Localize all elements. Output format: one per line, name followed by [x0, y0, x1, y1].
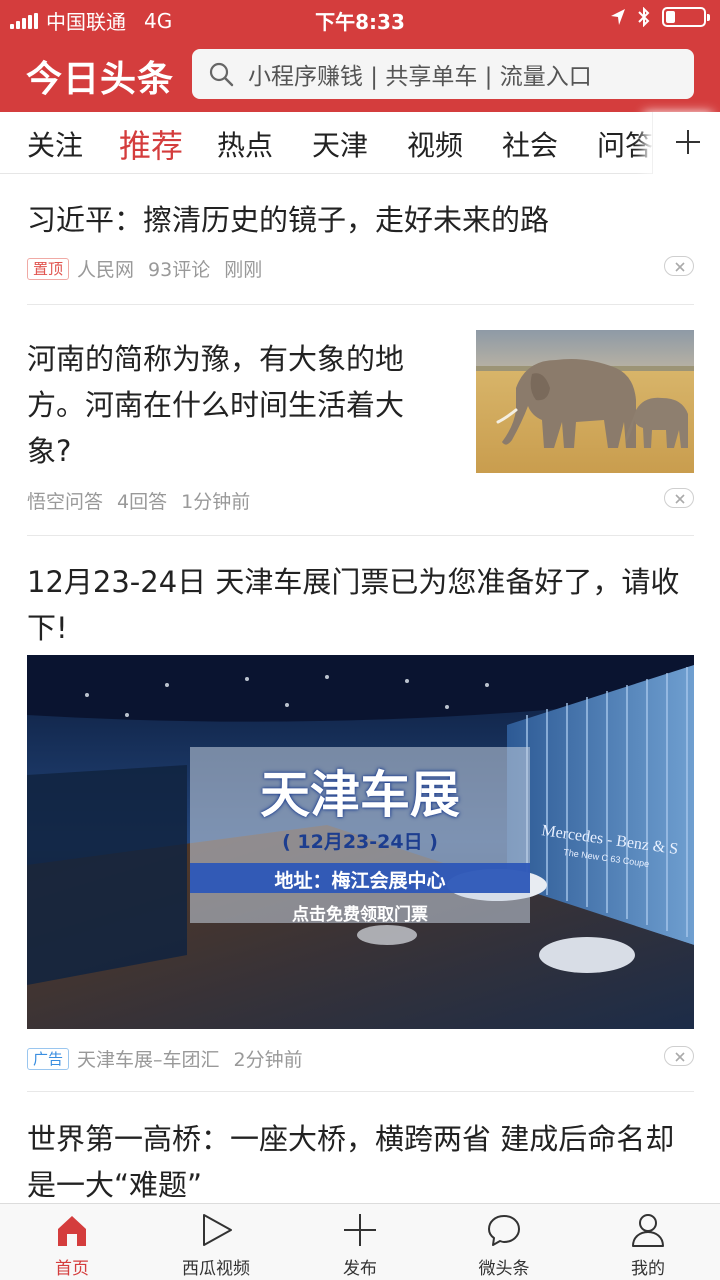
article-source: 人民网 [77, 259, 135, 281]
tab-society[interactable]: 社会 [502, 124, 558, 164]
article-meta: 悟空问答 4回答 1分钟前 [27, 485, 694, 513]
tab-label: 我的 [631, 1259, 665, 1279]
banner-address: 地址：梅江会展中心 [274, 870, 446, 892]
article-title[interactable]: 河南的简称为豫，有大象的地方。河南在什么时间生活着大象? [27, 336, 437, 474]
close-icon [675, 1052, 685, 1062]
comment-count: 93评论 [148, 259, 211, 281]
article-time: 1分钟前 [181, 491, 251, 513]
dismiss-button[interactable] [664, 256, 694, 276]
answer-count: 4回答 [117, 491, 168, 513]
article-source: 悟空问答 [27, 491, 104, 513]
divider [27, 304, 694, 305]
tab-label: 发布 [343, 1259, 377, 1279]
article-title[interactable]: 世界第一高桥：一座大桥，横跨两省 建成后命名却是一大“难题” [27, 1116, 694, 1203]
tab-label: 首页 [55, 1259, 89, 1279]
article-meta: 置顶 人民网 93评论 刚刚 [27, 253, 694, 281]
user-icon [632, 1214, 664, 1247]
tab-hot[interactable]: 热点 [217, 124, 273, 164]
tab-xigua-video[interactable]: 西瓜视频 [144, 1204, 288, 1280]
close-icon [675, 262, 685, 272]
divider [27, 1091, 694, 1092]
play-icon [203, 1214, 232, 1246]
feed-item[interactable]: 12月23-24日 天津车展门票已为您准备好了，请收下! [27, 559, 694, 651]
search-bar[interactable]: 小程序赚钱 | 共享单车 | 流量入口 [192, 49, 694, 99]
tab-label: 微头条 [478, 1259, 530, 1279]
home-icon [58, 1216, 86, 1246]
dismiss-button[interactable] [664, 488, 694, 508]
feed-item[interactable]: 习近平：擦清历史的镜子，走好未来的路 [27, 197, 694, 243]
plus-icon [344, 1214, 376, 1246]
article-time: 刚刚 [224, 259, 263, 281]
bluetooth-icon [638, 7, 650, 27]
channel-tabs: 关注 推荐 热点 天津 视频 社会 问答 [0, 112, 720, 174]
app-header: 今日头条 小程序赚钱 | 共享单车 | 流量入口 [0, 38, 720, 112]
pinned-badge: 置顶 [27, 257, 70, 280]
plus-icon [676, 130, 700, 154]
search-placeholder: 小程序赚钱 | 共享单车 | 流量入口 [248, 64, 592, 90]
chat-bubble-icon [488, 1215, 520, 1246]
ad-badge: 广告 [27, 1047, 70, 1070]
divider [27, 535, 694, 536]
app-logo[interactable]: 今日头条 [26, 50, 174, 102]
tab-profile[interactable]: 我的 [576, 1204, 720, 1280]
banner-headline: 天津车展 [260, 766, 460, 824]
ad-banner[interactable]: Mercedes - Benz & S The New C 63 Coupe 天… [27, 655, 694, 1029]
add-channel-button[interactable] [652, 112, 720, 174]
article-meta: 广告 天津车展–车团汇 2分钟前 [27, 1043, 694, 1071]
article-title[interactable]: 12月23-24日 天津车展门票已为您准备好了，请收下! [27, 559, 694, 651]
tab-recommend[interactable]: 推荐 [119, 121, 183, 167]
bottom-tab-bar: 首页 西瓜视频 发布 微头条 我的 [0, 1203, 720, 1280]
article-thumbnail[interactable] [476, 330, 694, 473]
tab-micro-headline[interactable]: 微头条 [432, 1204, 576, 1280]
status-bar: 中国联通 4G 下午8:33 [0, 0, 720, 38]
news-feed: 习近平：擦清历史的镜子，走好未来的路 置顶 人民网 93评论 刚刚 河南的简称为… [0, 175, 720, 1203]
tab-qa[interactable]: 问答 [597, 124, 652, 164]
feed-item[interactable]: 河南的简称为豫，有大象的地方。河南在什么时间生活着大象? [27, 330, 694, 473]
dismiss-button[interactable] [664, 1046, 694, 1066]
article-time: 2分钟前 [233, 1049, 303, 1071]
feed-item[interactable]: 世界第一高桥：一座大桥，横跨两省 建成后命名却是一大“难题” [27, 1116, 694, 1203]
banner-dates: ( 12月23-24日 ) [282, 831, 438, 853]
search-icon [209, 62, 234, 87]
location-icon [611, 9, 625, 25]
tab-video[interactable]: 视频 [407, 124, 463, 164]
tab-home[interactable]: 首页 [0, 1204, 144, 1280]
close-icon [675, 494, 685, 504]
banner-cta[interactable]: 点击免费领取门票 [190, 900, 530, 925]
tab-follow[interactable]: 关注 [27, 124, 83, 164]
article-source: 天津车展–车团汇 [77, 1049, 220, 1071]
tab-publish[interactable]: 发布 [288, 1204, 432, 1280]
elephant-image [476, 330, 694, 473]
tab-tianjin[interactable]: 天津 [312, 124, 368, 164]
tab-label: 西瓜视频 [182, 1259, 250, 1279]
article-title[interactable]: 习近平：擦清历史的镜子，走好未来的路 [27, 197, 694, 243]
battery-icon [662, 7, 710, 27]
